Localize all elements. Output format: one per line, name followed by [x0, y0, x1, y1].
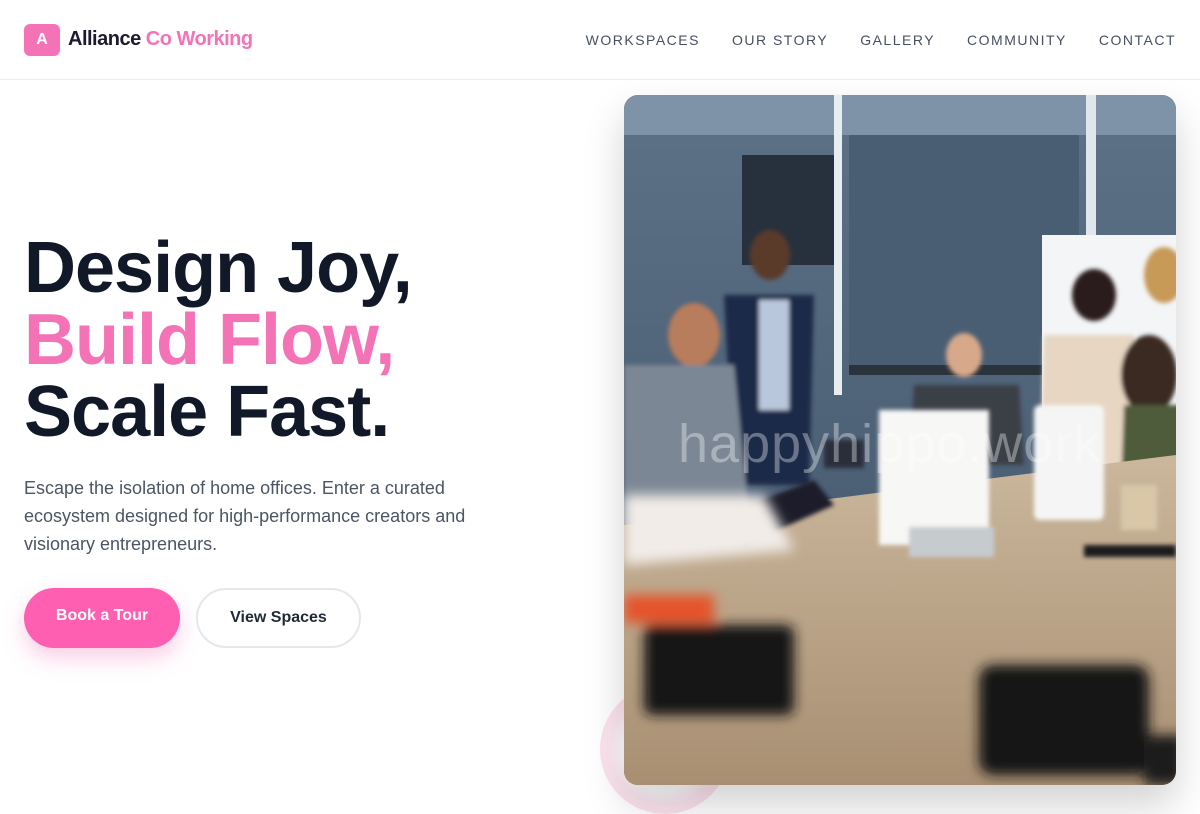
brand-name-primary: Alliance: [68, 28, 141, 50]
image-watermark: happyhippo.work: [678, 414, 1102, 474]
brand-name-accent: Co Working: [145, 28, 253, 50]
main-nav: WORKSPACES OUR STORY GALLERY COMMUNITY C…: [586, 32, 1176, 48]
headline-line-3: Scale Fast.: [24, 372, 390, 452]
headline-line-1: Design Joy,: [24, 228, 413, 308]
nav-item-community[interactable]: COMMUNITY: [967, 32, 1067, 48]
hero-image: happyhippo.work: [624, 95, 1176, 785]
brand-name[interactable]: Alliance Co Working: [68, 28, 253, 51]
site-header: A Alliance Co Working WORKSPACES OUR STO…: [0, 0, 1200, 80]
headline-line-2: Build Flow,: [24, 300, 395, 380]
nav-item-our-story[interactable]: OUR STORY: [732, 32, 828, 48]
nav-item-workspaces[interactable]: WORKSPACES: [586, 32, 700, 48]
nav-item-contact[interactable]: CONTACT: [1099, 32, 1176, 48]
book-tour-button[interactable]: Book a Tour: [24, 588, 180, 648]
view-spaces-button[interactable]: View Spaces: [196, 588, 361, 648]
hero-lead-text: Escape the isolation of home offices. En…: [24, 478, 466, 554]
logo-icon[interactable]: A: [24, 24, 60, 56]
hero-headline: Design Joy, Build Flow, Scale Fast.: [24, 228, 413, 452]
nav-item-gallery[interactable]: GALLERY: [860, 32, 935, 48]
